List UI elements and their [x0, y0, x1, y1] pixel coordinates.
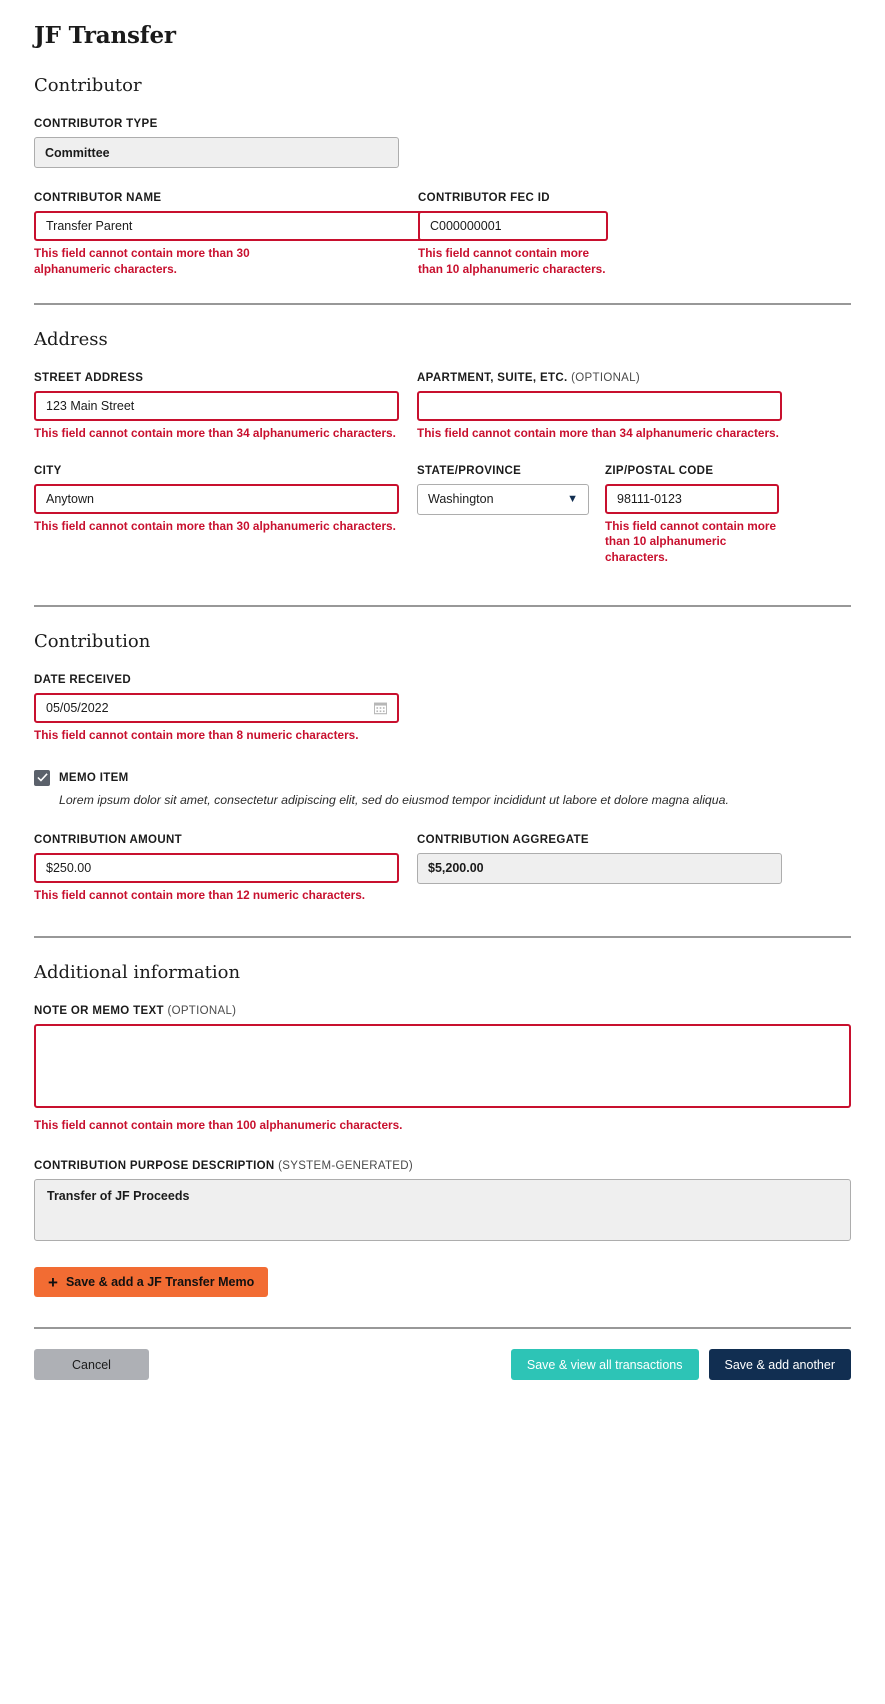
- primary-actions: Save & view all transactions Save & add …: [510, 1349, 851, 1381]
- zip-error: This field cannot contain more than 10 a…: [605, 518, 777, 564]
- cpd-label-text: CONTRIBUTION PURPOSE DESCRIPTION: [34, 1160, 275, 1173]
- state-group: STATE/PROVINCE Washington ▼: [417, 465, 589, 566]
- contribution-amount-label: CONTRIBUTION AMOUNT: [34, 833, 183, 846]
- contribution-aggregate-group: CONTRIBUTION AGGREGATE $5,200.00: [417, 834, 782, 904]
- contributor-type-group: CONTRIBUTOR TYPE Committee: [34, 118, 851, 168]
- contribution-amount-input[interactable]: $250.00: [34, 852, 399, 883]
- apartment-optional-text: (OPTIONAL): [571, 372, 640, 385]
- contribution-amount-group: CONTRIBUTION AMOUNT $250.00 This field c…: [34, 834, 399, 904]
- calendar-icon[interactable]: [374, 702, 387, 715]
- street-address-group: STREET ADDRESS 123 Main Street This fiel…: [34, 372, 399, 442]
- date-received-label: DATE RECEIVED: [34, 674, 131, 687]
- date-received-group: DATE RECEIVED 05/05/2022 This field cann…: [34, 674, 851, 744]
- zip-input[interactable]: 98111-0123: [605, 483, 779, 514]
- date-received-input[interactable]: 05/05/2022: [34, 693, 399, 724]
- state-label: STATE/PROVINCE: [417, 464, 522, 477]
- apartment-label-text: APARTMENT, SUITE, ETC.: [417, 372, 568, 385]
- divider: [34, 303, 851, 306]
- contributor-name-label: CONTRIBUTOR NAME: [34, 192, 162, 204]
- contribution-aggregate-value: $5,200.00: [417, 852, 782, 884]
- note-memo-optional-text: (OPTIONAL): [167, 1005, 237, 1018]
- contribution-amount-error: This field cannot contain more than 12 n…: [34, 887, 366, 902]
- contributor-fec-label: CONTRIBUTOR FEC ID: [418, 192, 550, 204]
- contributor-fec-group: CONTRIBUTOR FEC ID C000000001 This field…: [418, 192, 608, 277]
- save-add-another-button[interactable]: Save & add another: [708, 1349, 851, 1381]
- memo-button-wrap: + Save & add a JF Transfer Memo: [34, 1267, 851, 1298]
- zip-label: ZIP/POSTAL CODE: [605, 464, 714, 477]
- memo-item-label: MEMO ITEM: [59, 771, 129, 784]
- apartment-label: APARTMENT, SUITE, ETC. (OPTIONAL): [417, 372, 782, 384]
- contributor-name-error: This field cannot contain more than 30 a…: [34, 246, 250, 276]
- checkbox-checked-icon[interactable]: [34, 769, 50, 786]
- note-memo-label: NOTE OR MEMO TEXT (OPTIONAL): [34, 1005, 851, 1017]
- street-address-input[interactable]: 123 Main Street: [34, 391, 399, 422]
- cancel-button[interactable]: Cancel: [34, 1349, 149, 1381]
- chevron-down-icon: ▼: [567, 492, 578, 505]
- page-title: JF Transfer: [34, 22, 176, 49]
- city-input[interactable]: Anytown: [34, 483, 399, 514]
- state-select[interactable]: Washington ▼: [417, 483, 589, 515]
- form-page: JF Transfer Contributor CONTRIBUTOR TYPE…: [0, 0, 885, 1381]
- divider: [34, 936, 851, 939]
- note-memo-label-text: NOTE OR MEMO TEXT: [34, 1005, 164, 1018]
- memo-item-group: MEMO ITEM Lorem ipsum dolor sit amet, co…: [34, 769, 851, 809]
- section-heading-contribution: Contribution: [34, 631, 151, 653]
- plus-icon: +: [48, 1272, 58, 1292]
- section-heading-additional: Additional information: [34, 962, 241, 984]
- contributor-fec-error: This field cannot contain more than 10 a…: [418, 246, 606, 276]
- apartment-input[interactable]: [417, 391, 782, 422]
- city-error: This field cannot contain more than 30 a…: [34, 518, 396, 533]
- divider: [34, 605, 851, 608]
- cpd-group: CONTRIBUTION PURPOSE DESCRIPTION (SYSTEM…: [34, 1160, 851, 1242]
- contributor-name-group: CONTRIBUTOR NAME Transfer Parent This fi…: [34, 192, 587, 277]
- date-received-value: 05/05/2022: [46, 701, 109, 716]
- zip-group: ZIP/POSTAL CODE 98111-0123 This field ca…: [605, 465, 779, 566]
- street-address-label: STREET ADDRESS: [34, 372, 144, 385]
- apartment-group: APARTMENT, SUITE, ETC. (OPTIONAL) This f…: [417, 372, 782, 442]
- cpd-system-generated-text: (SYSTEM-GENERATED): [278, 1160, 414, 1173]
- section-heading-address: Address: [34, 329, 108, 351]
- memo-item-help-text: Lorem ipsum dolor sit amet, consectetur …: [59, 792, 729, 807]
- contributor-fec-input[interactable]: C000000001: [418, 211, 608, 241]
- form-actions: Cancel Save & view all transactions Save…: [34, 1349, 851, 1381]
- cpd-label: CONTRIBUTION PURPOSE DESCRIPTION (SYSTEM…: [34, 1160, 851, 1172]
- contributor-type-label: CONTRIBUTOR TYPE: [34, 118, 158, 130]
- save-add-jf-transfer-memo-label: Save & add a JF Transfer Memo: [65, 1275, 255, 1290]
- contribution-aggregate-label: CONTRIBUTION AGGREGATE: [417, 833, 589, 846]
- section-heading-contributor: Contributor: [34, 75, 142, 96]
- note-memo-group: NOTE OR MEMO TEXT (OPTIONAL) This field …: [34, 1005, 851, 1134]
- save-view-all-transactions-button[interactable]: Save & view all transactions: [510, 1349, 699, 1381]
- street-address-error: This field cannot contain more than 34 a…: [34, 426, 396, 441]
- memo-item-checkbox-row[interactable]: MEMO ITEM: [34, 769, 851, 786]
- date-received-error: This field cannot contain more than 8 nu…: [34, 728, 359, 743]
- note-memo-error: This field cannot contain more than 100 …: [34, 1118, 403, 1133]
- city-group: CITY Anytown This field cannot contain m…: [34, 465, 399, 566]
- contributor-type-value: Committee: [34, 137, 399, 168]
- note-memo-textarea[interactable]: [34, 1024, 851, 1109]
- apartment-error: This field cannot contain more than 34 a…: [417, 426, 779, 441]
- divider: [34, 1327, 851, 1330]
- city-label: CITY: [34, 464, 62, 477]
- cpd-value: Transfer of JF Proceeds: [34, 1179, 851, 1242]
- save-add-jf-transfer-memo-button[interactable]: + Save & add a JF Transfer Memo: [34, 1267, 269, 1298]
- state-select-value: Washington: [428, 492, 494, 507]
